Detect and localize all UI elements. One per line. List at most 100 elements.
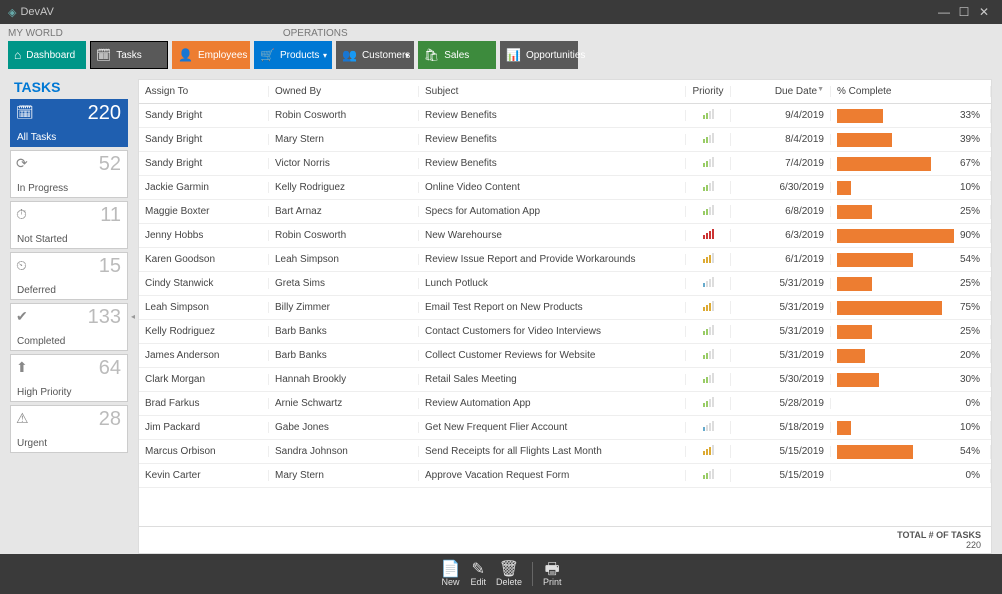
cell-owned: Victor Norris xyxy=(269,158,419,169)
print-button[interactable]: 🖶Print xyxy=(543,562,562,587)
table-row[interactable]: Sandy BrightMary SternReview Benefits8/4… xyxy=(139,128,991,152)
filter-highpriority[interactable]: ⬆64High Priority xyxy=(10,354,128,402)
filter-completed[interactable]: ✔133Completed xyxy=(10,303,128,351)
filter-label: All Tasks xyxy=(17,132,56,143)
priority-bars-icon xyxy=(703,445,714,455)
cell-owned: Hannah Brookly xyxy=(269,374,419,385)
maximize-button[interactable]: ☐ xyxy=(954,5,974,19)
cell-assign: Brad Farkus xyxy=(139,398,269,409)
cell-assign: Jim Packard xyxy=(139,422,269,433)
priority-bars-icon xyxy=(703,205,714,215)
cell-priority xyxy=(686,373,731,386)
cell-assign: James Anderson xyxy=(139,350,269,361)
table-row[interactable]: Karen GoodsonLeah SimpsonReview Issue Re… xyxy=(139,248,991,272)
priority-bars-icon xyxy=(703,325,714,335)
priority-bars-icon xyxy=(703,349,714,359)
pct-bar xyxy=(837,133,892,147)
col-header-assign[interactable]: Assign To xyxy=(139,86,269,97)
app-logo-icon: ◈ xyxy=(8,6,16,19)
cell-owned: Barb Banks xyxy=(269,350,419,361)
table-row[interactable]: Kevin CarterMary SternApprove Vacation R… xyxy=(139,464,991,488)
pct-text: 90% xyxy=(960,230,984,241)
filter-all[interactable]: 🗓220All Tasks xyxy=(10,99,128,147)
nav-tile-opportunities[interactable]: 📊Opportunities xyxy=(500,41,578,69)
nav-tile-dashboard[interactable]: ⌂Dashboard xyxy=(8,41,86,69)
cell-due: 7/4/2019 xyxy=(731,158,831,169)
priority-bars-icon xyxy=(703,229,714,239)
cell-subject: Get New Frequent Flier Account xyxy=(419,422,686,433)
filter-deferred[interactable]: ⏲15Deferred xyxy=(10,252,128,300)
cell-owned: Arnie Schwartz xyxy=(269,398,419,409)
titlebar: ◈ DevAV — ☐ ✕ xyxy=(0,0,1002,24)
cell-subject: Collect Customer Reviews for Website xyxy=(419,350,686,361)
table-row[interactable]: Jackie GarminKelly RodriguezOnline Video… xyxy=(139,176,991,200)
pct-text: 33% xyxy=(960,110,984,121)
col-header-due[interactable]: Due Date▼ xyxy=(731,86,831,97)
table-row[interactable]: Maggie BoxterBart ArnazSpecs for Automat… xyxy=(139,200,991,224)
table-row[interactable]: Clark MorganHannah BrooklyRetail Sales M… xyxy=(139,368,991,392)
button-label: New xyxy=(441,577,459,587)
new-button[interactable]: 📄New xyxy=(441,562,461,587)
table-row[interactable]: Sandy BrightRobin CosworthReview Benefit… xyxy=(139,104,991,128)
col-header-priority[interactable]: Priority xyxy=(686,86,731,97)
delete-button[interactable]: 🗑Delete xyxy=(496,562,522,587)
dropdown-icon[interactable]: ▾ xyxy=(320,43,330,67)
nav-tile-tasks[interactable]: 🗓Tasks xyxy=(90,41,168,69)
page-title: TASKS xyxy=(10,79,128,99)
pct-text: 20% xyxy=(960,350,984,361)
table-row[interactable]: Jim PackardGabe JonesGet New Frequent Fl… xyxy=(139,416,991,440)
cell-assign: Sandy Bright xyxy=(139,158,269,169)
nav-tile-sales[interactable]: 🛍Sales xyxy=(418,41,496,69)
table-row[interactable]: Marcus OrbisonSandra JohnsonSend Receipt… xyxy=(139,440,991,464)
cell-pct: 25% xyxy=(831,205,991,219)
cell-assign: Clark Morgan xyxy=(139,374,269,385)
priority-bars-icon xyxy=(703,397,714,407)
col-header-subject[interactable]: Subject xyxy=(419,86,686,97)
priority-bars-icon xyxy=(703,181,714,191)
priority-bars-icon xyxy=(703,301,714,311)
table-row[interactable]: Kelly RodriguezBarb BanksContact Custome… xyxy=(139,320,991,344)
pct-text: 54% xyxy=(960,254,984,265)
filter-label: Deferred xyxy=(17,285,56,296)
grid-footer: TOTAL # OF TASKS 220 xyxy=(139,526,991,553)
pct-bar xyxy=(837,325,872,339)
table-row[interactable]: Leah SimpsonBilly ZimmerEmail Test Repor… xyxy=(139,296,991,320)
nav-tile-employees[interactable]: 👤Employees xyxy=(172,41,250,69)
table-row[interactable]: James AndersonBarb BanksCollect Customer… xyxy=(139,344,991,368)
nav-tile-customers[interactable]: 👥Customers▾ xyxy=(336,41,414,69)
app-title: DevAV xyxy=(20,6,934,18)
cell-priority xyxy=(686,205,731,218)
cell-due: 5/28/2019 xyxy=(731,398,831,409)
nav-tile-products[interactable]: 🛒Products▾ xyxy=(254,41,332,69)
table-row[interactable]: Jenny HobbsRobin CosworthNew Warehourse6… xyxy=(139,224,991,248)
col-header-pct[interactable]: % Complete xyxy=(831,86,991,97)
filter-urgent[interactable]: ⚠28Urgent xyxy=(10,405,128,453)
cell-assign: Sandy Bright xyxy=(139,134,269,145)
ribbon: MY WORLD OPERATIONS ⌂Dashboard🗓Tasks👤Emp… xyxy=(0,24,1002,75)
cell-subject: Review Benefits xyxy=(419,134,686,145)
priority-bars-icon xyxy=(703,469,714,479)
priority-bars-icon xyxy=(703,109,714,119)
pct-text: 25% xyxy=(960,326,984,337)
pct-bar xyxy=(837,301,942,315)
minimize-button[interactable]: — xyxy=(934,5,954,19)
cell-subject: Lunch Potluck xyxy=(419,278,686,289)
pct-bar xyxy=(837,253,913,267)
filter-notstarted[interactable]: ⏱11Not Started xyxy=(10,201,128,249)
cell-due: 6/1/2019 xyxy=(731,254,831,265)
col-header-owned[interactable]: Owned By xyxy=(269,86,419,97)
pct-text: 25% xyxy=(960,278,984,289)
edit-button[interactable]: ✎Edit xyxy=(470,562,486,587)
pct-text: 39% xyxy=(960,134,984,145)
nav-tile-label: Products xyxy=(280,50,319,61)
table-row[interactable]: Sandy BrightVictor NorrisReview Benefits… xyxy=(139,152,991,176)
pct-bar xyxy=(837,181,851,195)
splitter-handle[interactable]: ◂ xyxy=(128,79,138,554)
table-row[interactable]: Brad FarkusArnie SchwartzReview Automati… xyxy=(139,392,991,416)
dropdown-icon[interactable]: ▾ xyxy=(402,43,412,67)
table-row[interactable]: Cindy StanwickGreta SimsLunch Potluck5/3… xyxy=(139,272,991,296)
filter-inprogress[interactable]: ⟳52In Progress xyxy=(10,150,128,198)
close-button[interactable]: ✕ xyxy=(974,5,994,19)
cell-pct: 10% xyxy=(831,421,991,435)
cell-subject: Review Benefits xyxy=(419,110,686,121)
